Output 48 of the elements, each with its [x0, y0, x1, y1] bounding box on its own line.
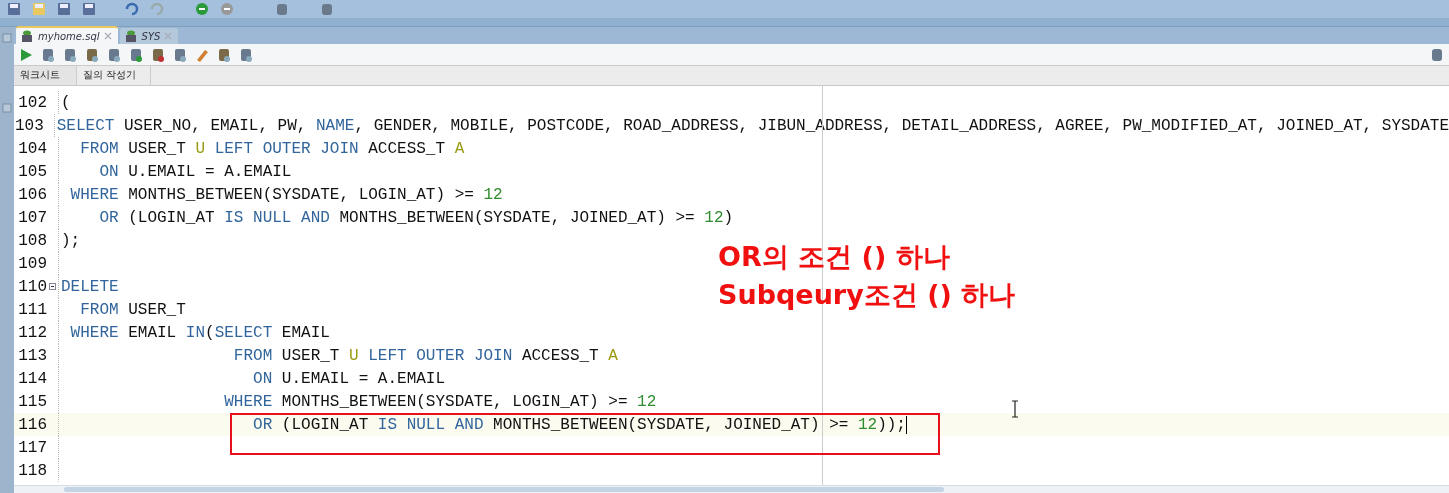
code-line: WHERE EMAIL IN(SELECT EMAIL	[69, 323, 330, 342]
line-number: 110	[17, 277, 47, 296]
code-line: ON U.EMAIL = A.EMAIL	[252, 369, 446, 388]
run-icon[interactable]	[18, 46, 34, 63]
tab-label: myhome.sql	[38, 30, 100, 42]
line-number: 114	[17, 369, 47, 388]
tab-label: SYS	[141, 30, 161, 42]
document-tab[interactable]: SYS	[119, 28, 179, 44]
line-number: 113	[17, 346, 47, 365]
code-line: FROM USER_T U LEFT OUTER JOIN ACCESS_T A	[79, 139, 465, 158]
text-cursor-icon	[1011, 400, 1019, 418]
line-number: 107	[17, 208, 47, 227]
document-tab[interactable]: myhome.sql	[16, 26, 118, 44]
sub-tab[interactable]: 질의 작성기	[77, 66, 152, 85]
code-line: WHERE MONTHS_BETWEEN(SYSDATE, LOGIN_AT) >= 12	[69, 185, 503, 204]
collapse-icon[interactable]	[49, 283, 56, 290]
undo-icon[interactable]	[124, 1, 140, 17]
sub-tab[interactable]: 워크시트	[14, 66, 77, 85]
line-number: 116	[17, 415, 47, 434]
line-number: 106	[17, 185, 47, 204]
code-line: OR (LOGIN_AT IS NULL AND MONTHS_BETWEEN(SYSDATE, JOINED_AT) >= 12)	[98, 208, 734, 227]
code-line: );	[61, 231, 81, 250]
line-number: 112	[17, 323, 47, 342]
line-number: 115	[17, 392, 47, 411]
code-line: DELETE	[61, 277, 119, 296]
line-number: 108	[17, 231, 47, 250]
line-number: 118	[17, 461, 47, 480]
horizontal-scrollbar[interactable]	[14, 485, 1449, 493]
line-number: 103	[14, 116, 44, 135]
close-icon[interactable]	[103, 32, 112, 40]
line-number: 102	[17, 93, 47, 112]
code-line: WHERE MONTHS_BETWEEN(SYSDATE, LOGIN_AT) >= 12	[223, 392, 657, 411]
code-line: (	[61, 93, 71, 112]
code-line: SELECT USER_NO, EMAIL, PW, NAME, GENDER, MOBILE, POSTCODE, ROAD_ADDRESS, JIBUN_ADDRESS, DETAIL_ADDRESS, AGREE, PW_MODIFIED_AT, JOINED_AT, SYSDATE	[56, 116, 1449, 135]
save-icon[interactable]	[56, 1, 72, 17]
code-line: ON U.EMAIL = A.EMAIL	[98, 162, 292, 181]
annotation-text: Subqeury조건 () 하나	[718, 280, 1016, 310]
line-number: 105	[17, 162, 47, 181]
line-number: 117	[17, 438, 47, 457]
text-cursor	[905, 415, 907, 434]
annotation-text: OR의 조건 () 하나	[718, 242, 951, 272]
line-number: 104	[17, 139, 47, 158]
code-line: FROM USER_T U LEFT OUTER JOIN ACCESS_T A	[232, 346, 618, 365]
code-line: FROM USER_T	[79, 300, 186, 319]
line-number: 111	[17, 300, 47, 319]
save-all-icon[interactable]	[81, 1, 97, 17]
code-line: OR (LOGIN_AT IS NULL AND MONTHS_BETWEEN(SYSDATE, JOINED_AT) >= 12));	[252, 415, 906, 434]
line-number: 109	[17, 254, 47, 273]
